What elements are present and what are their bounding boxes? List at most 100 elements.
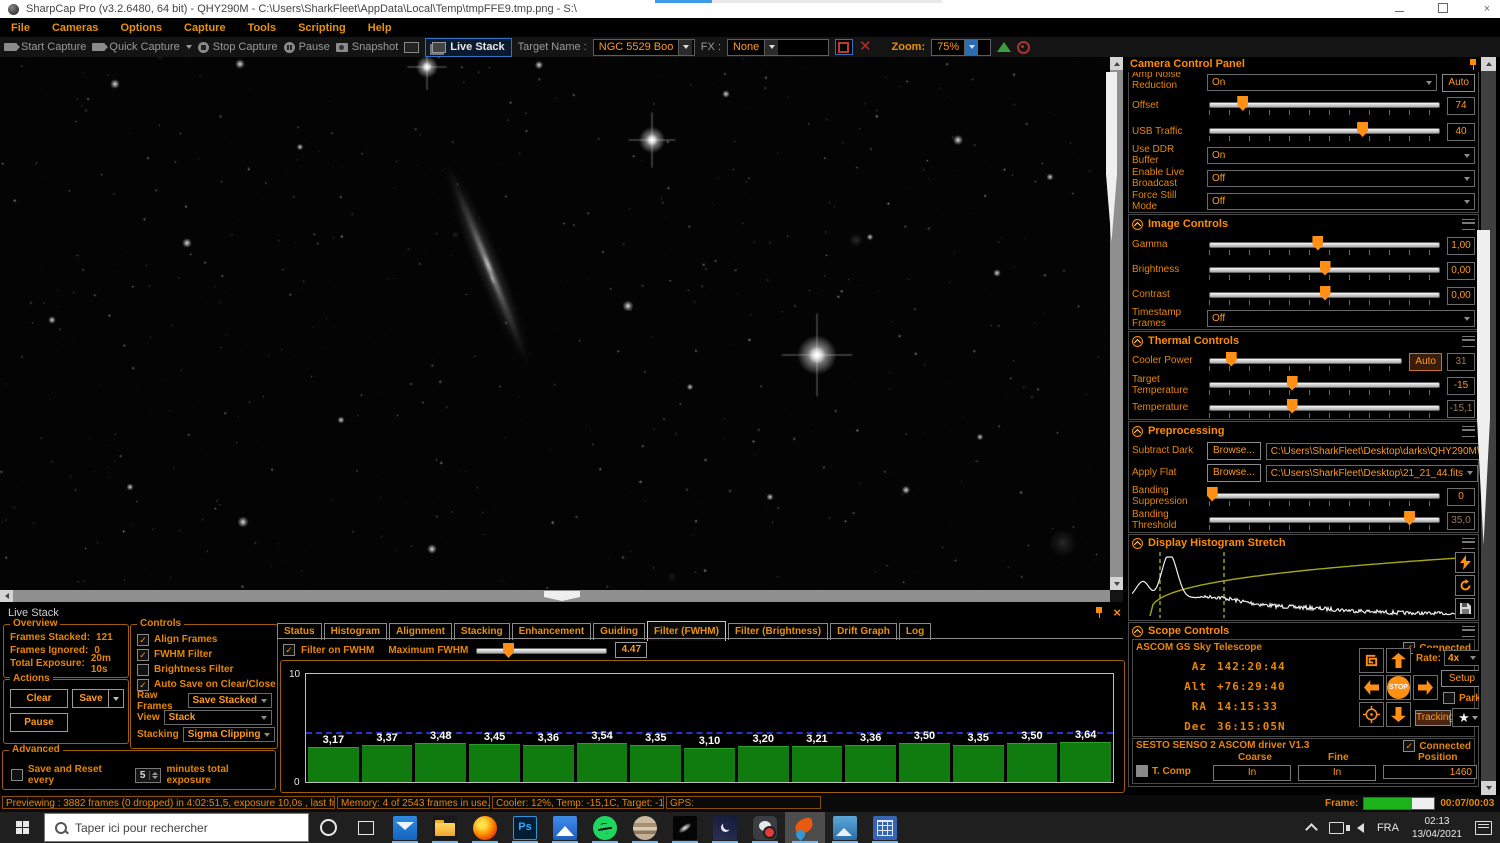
- collapse-icon[interactable]: [1132, 626, 1143, 637]
- display-tray-icon[interactable]: [1329, 822, 1344, 834]
- taskbar-app-astro[interactable]: [705, 812, 745, 843]
- taskbar-app-mail[interactable]: [385, 812, 425, 843]
- maximum-fwhm-slider[interactable]: [474, 642, 609, 658]
- taskbar-app-photos[interactable]: [545, 812, 585, 843]
- tray-expand-icon[interactable]: [1305, 823, 1318, 836]
- menu-icon[interactable]: [1462, 219, 1475, 230]
- fine-in-button[interactable]: In: [1298, 765, 1376, 781]
- menu-item[interactable]: Options: [109, 22, 173, 34]
- taskbar-app-viewer[interactable]: [825, 812, 865, 843]
- goto-star-button[interactable]: ★: [1452, 708, 1479, 727]
- scroll-down-icon[interactable]: [1110, 577, 1123, 590]
- subtract-dark-browse-button[interactable]: Browse...: [1207, 442, 1261, 460]
- still-mode-select[interactable]: Off: [1207, 193, 1475, 210]
- menu-icon[interactable]: [1462, 626, 1475, 637]
- roi-select-button[interactable]: [835, 39, 853, 55]
- slew-left-button[interactable]: [1359, 675, 1384, 700]
- tracking-button[interactable]: Tracking: [1415, 710, 1451, 726]
- filter-on-fwhm-checkbox[interactable]: ✓: [283, 644, 295, 656]
- histogram-plot[interactable]: [1132, 552, 1460, 618]
- taskbar-app-firefox[interactable]: [465, 812, 505, 843]
- pin-icon[interactable]: [1095, 607, 1103, 618]
- center-target-button[interactable]: [1359, 702, 1384, 727]
- menu-item[interactable]: Capture: [173, 22, 237, 34]
- banding-suppression-slider[interactable]: [1207, 487, 1442, 507]
- scroll-down-icon[interactable]: [1481, 781, 1496, 795]
- cooler-auto-button[interactable]: Auto: [1409, 353, 1442, 371]
- minutes-stepper[interactable]: 5: [135, 768, 162, 783]
- language-indicator[interactable]: FRA: [1377, 822, 1399, 834]
- collapse-icon[interactable]: [1132, 426, 1143, 437]
- taskbar-app-sharpcap[interactable]: [785, 812, 825, 843]
- speaker-icon[interactable]: [1357, 823, 1364, 833]
- tcomp-checkbox[interactable]: T. Comp: [1136, 765, 1191, 777]
- taskbar-search[interactable]: Taper ici pour rechercher: [44, 813, 309, 842]
- maximum-fwhm-value[interactable]: 4.47: [615, 642, 647, 658]
- scroll-up-icon[interactable]: [1110, 57, 1123, 70]
- clear-roi-button[interactable]: ✕: [859, 40, 872, 54]
- menu-icon[interactable]: [1462, 426, 1475, 437]
- quick-capture-button[interactable]: Quick Capture: [92, 41, 191, 53]
- usb-traffic-slider[interactable]: [1207, 122, 1442, 142]
- coarse-in-button[interactable]: In: [1213, 765, 1291, 781]
- reset-stretch-button[interactable]: [1455, 575, 1475, 596]
- contrast-slider[interactable]: [1207, 286, 1442, 306]
- target-name-select[interactable]: NGC 5529 Boo: [593, 39, 695, 56]
- stack-option-select[interactable]: Sigma Clipping: [183, 727, 276, 742]
- usb-traffic-value[interactable]: 40: [1447, 123, 1475, 141]
- pause-button[interactable]: Pause: [284, 41, 330, 53]
- scrollbar-thumb[interactable]: [544, 591, 580, 601]
- minimize-button[interactable]: [1392, 3, 1406, 15]
- offset-value[interactable]: 74: [1447, 97, 1475, 115]
- start-button[interactable]: [0, 812, 44, 843]
- taskbar-app-explorer[interactable]: [425, 812, 465, 843]
- live-broadcast-select[interactable]: Off: [1207, 170, 1475, 187]
- slew-right-button[interactable]: [1413, 675, 1438, 700]
- banding-suppression-value[interactable]: 0: [1447, 488, 1475, 506]
- menu-icon[interactable]: [1462, 336, 1475, 347]
- save-stretch-button[interactable]: [1455, 598, 1475, 619]
- menu-item[interactable]: Cameras: [41, 22, 109, 34]
- menu-item[interactable]: Tools: [237, 22, 288, 34]
- brightness-value[interactable]: 0,00: [1447, 262, 1475, 280]
- target-temperature-slider[interactable]: [1207, 376, 1442, 396]
- taskbar-app-spotify[interactable]: [585, 812, 625, 843]
- save-dropdown-button[interactable]: [108, 689, 124, 708]
- scope-setup-button[interactable]: Setup: [1441, 670, 1479, 687]
- fx-select[interactable]: None: [727, 39, 829, 56]
- stack-option-checkbox[interactable]: ✓Align Frames: [131, 632, 277, 647]
- cooler-power-slider[interactable]: [1207, 352, 1404, 372]
- snapshot-button[interactable]: Snapshot: [336, 41, 398, 53]
- target-temperature-value[interactable]: -15: [1447, 377, 1475, 395]
- amp-noise-auto-button[interactable]: Auto: [1442, 74, 1475, 92]
- maximize-button[interactable]: [1436, 3, 1450, 16]
- image-vertical-scrollbar[interactable]: [1110, 57, 1123, 590]
- save-button[interactable]: Save: [72, 689, 110, 708]
- start-capture-button[interactable]: Start Capture: [4, 41, 86, 53]
- banding-threshold-slider[interactable]: [1207, 511, 1442, 531]
- slew-stop-button[interactable]: STOP: [1386, 675, 1411, 700]
- notification-center-icon[interactable]: [1475, 821, 1492, 835]
- apply-flat-select[interactable]: C:\Users\SharkFleet\Desktop\21_21_44.fit…: [1266, 465, 1478, 482]
- clear-button[interactable]: Clear: [10, 689, 68, 708]
- folder-monitor-icon[interactable]: [404, 42, 419, 53]
- panel-scrollbar[interactable]: [1481, 57, 1496, 795]
- live-stack-button[interactable]: Live Stack: [425, 38, 511, 57]
- display-histogram[interactable]: [1132, 552, 1475, 618]
- task-view-button[interactable]: [347, 812, 385, 843]
- focuser-position-value[interactable]: 1460: [1383, 765, 1477, 779]
- taskbar-app-calculator[interactable]: [865, 812, 905, 843]
- collapse-icon[interactable]: [1132, 538, 1143, 549]
- menu-icon[interactable]: [1462, 538, 1475, 549]
- zoom-tool-icon[interactable]: [1017, 41, 1030, 54]
- clock[interactable]: 02:1313/04/2021: [1412, 815, 1462, 841]
- stack-option-select[interactable]: Save Stacked: [188, 693, 273, 708]
- scroll-left-icon[interactable]: [0, 590, 13, 602]
- zoom-select[interactable]: 75%: [931, 39, 991, 56]
- timestamp-frames-select[interactable]: Off: [1207, 310, 1475, 327]
- cortana-button[interactable]: [309, 812, 347, 843]
- pin-icon[interactable]: [1469, 59, 1477, 70]
- stack-option-checkbox[interactable]: Brightness Filter: [131, 662, 277, 677]
- offset-slider[interactable]: [1207, 96, 1442, 116]
- close-button[interactable]: ×: [1480, 3, 1494, 15]
